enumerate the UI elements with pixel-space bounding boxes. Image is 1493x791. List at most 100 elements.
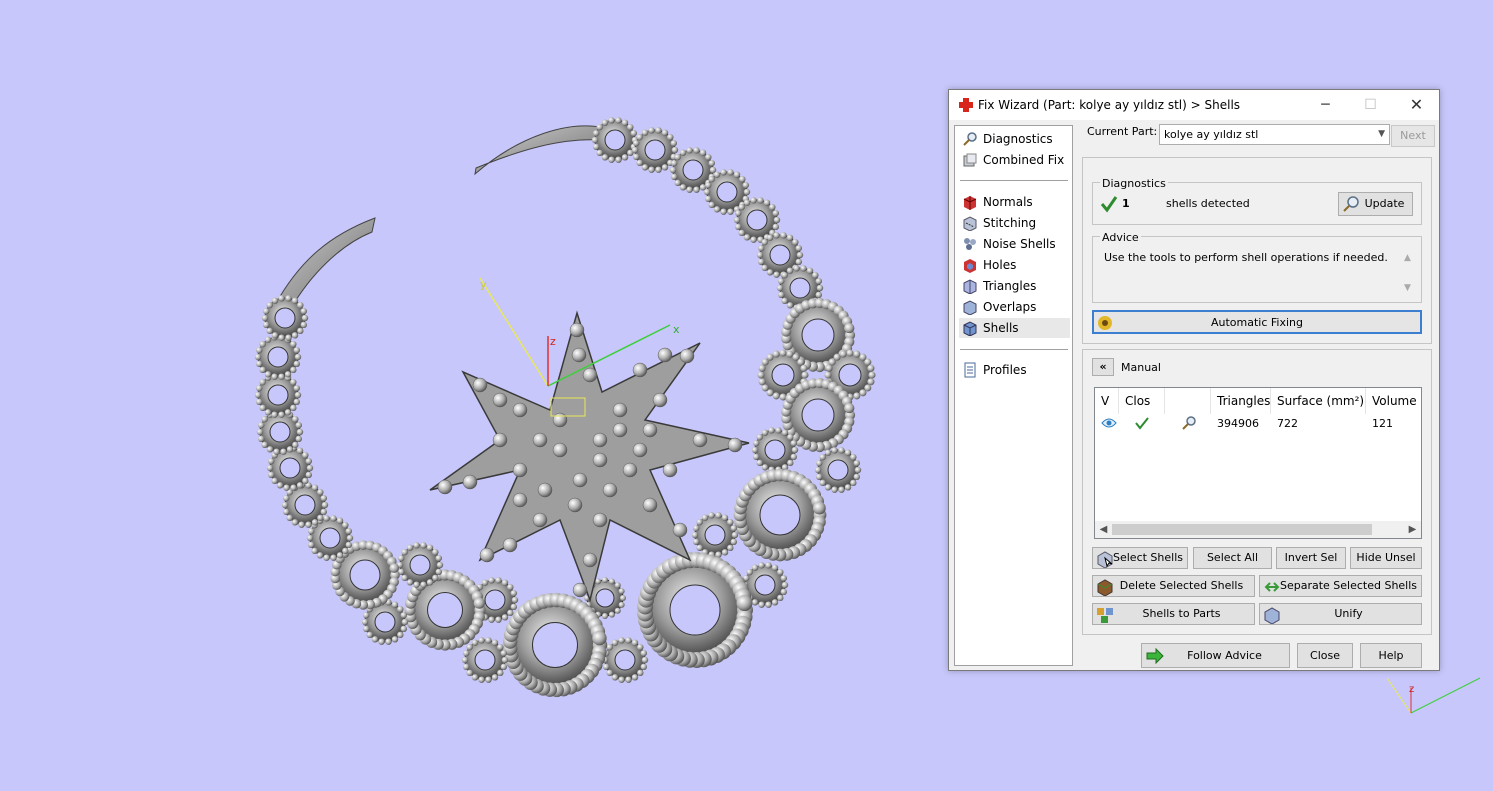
col-triangles[interactable]: Triangles: [1211, 388, 1271, 414]
profiles-icon: [964, 362, 976, 378]
update-button[interactable]: Update: [1338, 192, 1413, 216]
check-icon: [1135, 417, 1149, 430]
bead-ring: [691, 512, 739, 558]
shell-count: 1: [1122, 197, 1130, 210]
invert-selection-button[interactable]: Invert Sel: [1276, 547, 1346, 569]
help-button[interactable]: Help: [1360, 643, 1422, 668]
col-closed[interactable]: Clos: [1119, 388, 1165, 414]
chevron-down-icon: ▼: [1378, 129, 1385, 139]
check-icon: [1100, 196, 1118, 213]
col-tool[interactable]: [1165, 388, 1211, 414]
scroll-right-icon[interactable]: ▶: [1404, 521, 1421, 538]
maximize-button[interactable]: ☐: [1348, 90, 1393, 120]
red-cross-app-icon: [959, 98, 973, 112]
delete-shells-icon: [1097, 579, 1113, 596]
dialog-titlebar[interactable]: Fix Wizard (Part: kolye ay yıldız stl) >…: [949, 90, 1439, 120]
star-bead: [679, 348, 695, 364]
shells-to-parts-icon: [1097, 608, 1113, 623]
shells-to-parts-button[interactable]: Shells to Parts: [1092, 603, 1255, 625]
noise-shells-icon: [964, 238, 976, 250]
unify-button[interactable]: Unify: [1259, 603, 1422, 625]
star-bead: [502, 537, 518, 553]
follow-advice-button[interactable]: Follow Advice: [1141, 643, 1290, 668]
bead-ring: [814, 447, 862, 493]
scroll-down-icon[interactable]: ▼: [1404, 283, 1411, 293]
star-bead: [622, 462, 638, 478]
minimize-button[interactable]: ─: [1303, 90, 1348, 120]
wizard-nav-panel: Diagnostics Combined Fix Normals Stitchi…: [954, 125, 1073, 666]
star-bead: [582, 552, 598, 568]
star-bead: [632, 362, 648, 378]
nav-item-noise-shells[interactable]: Noise Shells: [959, 234, 1070, 254]
star-bead: [552, 442, 568, 458]
star-bead: [632, 442, 648, 458]
window-close-button[interactable]: ✕: [1394, 90, 1439, 120]
star-bead: [692, 432, 708, 448]
nav-item-normals[interactable]: Normals: [959, 192, 1070, 212]
bead-ring: [591, 117, 639, 163]
current-part-label: Current Part:: [1087, 125, 1158, 138]
star-bead: [657, 347, 673, 363]
select-shells-button[interactable]: Select Shells: [1092, 547, 1188, 569]
corner-axis-z-label: z: [1409, 684, 1414, 695]
nav-item-holes[interactable]: Holes: [959, 255, 1070, 275]
star-bead: [571, 347, 587, 363]
scrollbar-thumb[interactable]: [1112, 524, 1372, 535]
sunflower-icon: [1098, 316, 1112, 330]
cell-surface: 722: [1277, 417, 1298, 430]
cell-triangles: 394906: [1217, 417, 1259, 430]
hide-unselected-button[interactable]: Hide Unsel: [1350, 547, 1422, 569]
automatic-fixing-button[interactable]: Automatic Fixing: [1092, 310, 1422, 334]
nav-item-stitching[interactable]: Stitching: [959, 213, 1070, 233]
advice-title: Advice: [1100, 231, 1141, 244]
axis-y-label: y: [480, 278, 487, 291]
nav-item-shells[interactable]: Shells: [959, 318, 1070, 338]
close-button[interactable]: Close: [1297, 643, 1353, 668]
separate-shells-icon: [1264, 582, 1280, 592]
star-bead: [592, 452, 608, 468]
bead-ring: [733, 468, 827, 562]
separate-selected-shells-button[interactable]: Separate Selected Shells: [1259, 575, 1422, 597]
overlaps-icon: [963, 300, 977, 315]
nav-item-combined-fix[interactable]: Combined Fix: [959, 150, 1070, 170]
select-shells-icon: [1097, 551, 1113, 568]
arrow-right-icon: [1146, 647, 1164, 665]
star-bead: [532, 512, 548, 528]
scroll-up-icon[interactable]: ▲: [1404, 253, 1411, 263]
magnifier-icon: [1343, 196, 1359, 212]
next-button[interactable]: Next: [1391, 125, 1435, 147]
bead-ring: [601, 637, 649, 683]
triangles-icon: [963, 279, 977, 294]
advice-group: [1092, 236, 1422, 303]
select-all-button[interactable]: Select All: [1193, 547, 1272, 569]
current-part-select[interactable]: kolye ay yıldız stl ▼: [1159, 124, 1390, 145]
horizontal-scrollbar[interactable]: ◀ ▶: [1095, 521, 1421, 538]
star-bead: [572, 472, 588, 488]
nav-item-diagnostics[interactable]: Diagnostics: [959, 129, 1070, 149]
nav-item-overlaps[interactable]: Overlaps: [959, 297, 1070, 317]
shells-table[interactable]: V Clos Triangles Surface (mm²) Volume ( …: [1094, 387, 1422, 539]
delete-selected-shells-button[interactable]: Delete Selected Shells: [1092, 575, 1255, 597]
magnifier-icon[interactable]: [1181, 415, 1197, 431]
col-surface[interactable]: Surface (mm²): [1271, 388, 1366, 414]
eye-icon[interactable]: [1101, 417, 1117, 429]
col-volume[interactable]: Volume (: [1366, 388, 1421, 414]
star-bead: [479, 547, 495, 563]
star-bead: [512, 462, 528, 478]
manual-title: Manual: [1121, 361, 1161, 374]
scroll-left-icon[interactable]: ◀: [1095, 521, 1112, 538]
bead-ring: [637, 552, 753, 668]
diagnostics-status: shells detected: [1166, 197, 1250, 210]
diagnostics-title: Diagnostics: [1100, 177, 1168, 190]
nav-item-profiles[interactable]: Profiles: [959, 360, 1070, 380]
star-bead: [472, 377, 488, 393]
star-bead: [642, 422, 658, 438]
col-visible[interactable]: V: [1095, 388, 1119, 414]
nav-item-triangles[interactable]: Triangles: [959, 276, 1070, 296]
nav-separator: [960, 180, 1068, 181]
star-bead: [592, 512, 608, 528]
collapse-manual-button[interactable]: «: [1092, 358, 1114, 376]
fix-wizard-dialog[interactable]: Fix Wizard (Part: kolye ay yıldız stl) >…: [948, 89, 1440, 671]
current-part-value: kolye ay yıldız stl: [1164, 128, 1259, 141]
star-bead: [437, 479, 453, 495]
